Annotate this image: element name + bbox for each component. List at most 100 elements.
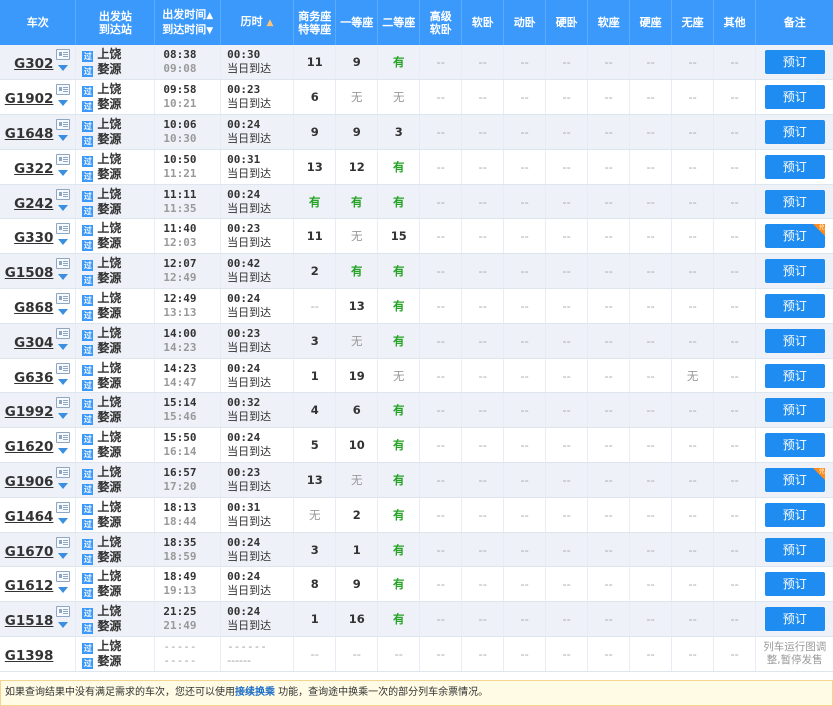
book-button[interactable]: 预订 (764, 85, 825, 110)
sort-up-icon[interactable]: ▲ (267, 18, 274, 28)
book-button[interactable]: 预订 兑 (764, 224, 825, 249)
book-button[interactable]: 预订 (764, 154, 825, 179)
train-number-link[interactable]: G1518 (5, 613, 54, 629)
chevron-down-icon[interactable] (58, 378, 69, 385)
book-button-label[interactable]: 预订 (783, 299, 807, 313)
book-button[interactable]: 预订 (764, 433, 825, 458)
train-number-link[interactable]: G1620 (5, 439, 54, 455)
train-info-icon[interactable] (56, 119, 71, 131)
train-info-icon[interactable] (56, 606, 71, 618)
chevron-down-icon[interactable] (58, 343, 69, 350)
train-number-link[interactable]: G242 (14, 196, 53, 212)
train-number-link[interactable]: G322 (14, 161, 53, 177)
train-number-link[interactable]: G868 (14, 300, 53, 316)
seat-adv-sleeper-value: -- (436, 124, 445, 139)
chevron-down-icon[interactable] (58, 204, 69, 211)
book-button[interactable]: 预订 (764, 363, 825, 388)
train-number-link[interactable]: G1508 (5, 265, 54, 281)
train-info-icon[interactable] (56, 571, 71, 583)
train-number-link[interactable]: G1670 (5, 544, 54, 560)
book-button[interactable]: 预订 (764, 119, 825, 144)
train-info-icon[interactable] (56, 362, 71, 374)
book-button-label[interactable]: 预订 (783, 264, 807, 278)
book-button-label[interactable]: 预订 (783, 334, 807, 348)
seat-moving-sleeper-value: -- (520, 507, 529, 522)
header-depart-time[interactable]: 出发时间 (162, 8, 206, 21)
seat-adv-sleeper-value: -- (436, 298, 445, 313)
chevron-down-icon[interactable] (58, 483, 69, 490)
train-number-link[interactable]: G1902 (5, 91, 54, 107)
header-duration[interactable]: 历时 ▲ (220, 0, 294, 45)
book-button[interactable]: 预订 (764, 607, 825, 632)
book-button-label[interactable]: 预订 (783, 403, 807, 417)
chevron-down-icon[interactable] (58, 448, 69, 455)
train-number-link[interactable]: G1906 (5, 474, 54, 490)
train-number-link[interactable]: G330 (14, 230, 53, 246)
train-info-icon[interactable] (56, 432, 71, 444)
book-button-label[interactable]: 预订 (783, 125, 807, 139)
book-button-label[interactable]: 预订 (783, 55, 807, 69)
seat-second: 有 (377, 149, 421, 185)
train-info-icon[interactable] (56, 536, 71, 548)
train-number-link[interactable]: G302 (14, 56, 53, 72)
book-button[interactable]: 预订 (764, 572, 825, 597)
book-button-label[interactable]: 预订 (783, 229, 807, 243)
chevron-down-icon[interactable] (58, 309, 69, 316)
book-button[interactable]: 预订 (764, 537, 825, 562)
book-button[interactable]: 预订 兑 (764, 467, 825, 492)
book-button-label[interactable]: 预订 (783, 612, 807, 626)
book-button-label[interactable]: 预订 (783, 195, 807, 209)
chevron-down-icon[interactable] (58, 552, 69, 559)
book-button[interactable]: 预订 (764, 259, 825, 284)
book-button[interactable]: 预订 (764, 293, 825, 318)
train-number-link[interactable]: G636 (14, 370, 53, 386)
book-button[interactable]: 预订 (764, 50, 825, 75)
chevron-down-icon[interactable] (58, 413, 69, 420)
train-info-icon[interactable] (56, 84, 71, 96)
train-info-icon[interactable] (56, 467, 71, 479)
chevron-down-icon[interactable] (58, 169, 69, 176)
chevron-down-icon[interactable] (58, 135, 69, 142)
chevron-down-icon[interactable] (58, 239, 69, 246)
train-info-icon[interactable] (56, 327, 71, 339)
chevron-down-icon[interactable] (58, 65, 69, 71)
book-button-label[interactable]: 预订 (783, 473, 807, 487)
chevron-down-icon[interactable] (58, 622, 69, 629)
book-button-label[interactable]: 预订 (783, 369, 807, 383)
header-arrive-time[interactable]: 到达时间 (162, 23, 206, 36)
train-info-icon[interactable] (56, 397, 71, 409)
book-button[interactable]: 预订 (764, 328, 825, 353)
train-number-link[interactable]: G1612 (5, 578, 54, 594)
train-info-icon[interactable] (56, 153, 71, 165)
train-info-icon[interactable] (56, 188, 71, 200)
transfer-link[interactable]: 接续换乘 (235, 687, 275, 698)
chevron-down-icon[interactable] (58, 100, 69, 107)
train-info-icon[interactable] (56, 49, 71, 60)
sort-up-icon[interactable]: ▲ (206, 11, 213, 21)
header-time[interactable]: 出发时间▲ 到达时间▼ (154, 0, 222, 45)
train-info-icon[interactable] (56, 258, 71, 270)
train-number-link[interactable]: G1648 (5, 126, 54, 142)
book-button-label[interactable]: 预订 (783, 90, 807, 104)
train-info-icon[interactable] (56, 223, 71, 235)
book-button-label[interactable]: 预订 (783, 508, 807, 522)
book-button[interactable]: 预订 (764, 189, 825, 214)
train-number-link[interactable]: G1464 (5, 509, 54, 525)
book-button-label[interactable]: 预订 (783, 543, 807, 557)
book-button-label[interactable]: 预订 (783, 438, 807, 452)
chevron-down-icon[interactable] (58, 587, 69, 594)
chevron-down-icon[interactable] (58, 517, 69, 524)
chevron-down-icon[interactable] (58, 274, 69, 281)
header-duration-label[interactable]: 历时 (241, 15, 263, 28)
train-info-icon[interactable] (56, 293, 71, 305)
header-adv-top: 高级 (429, 9, 452, 23)
book-button[interactable]: 预订 (764, 398, 825, 423)
book-button-label[interactable]: 预订 (783, 160, 807, 174)
train-number-link[interactable]: G1398 (5, 648, 54, 664)
sort-down-icon[interactable]: ▼ (206, 26, 213, 36)
train-number-link[interactable]: G1992 (5, 404, 54, 420)
book-button[interactable]: 预订 (764, 502, 825, 527)
book-button-label[interactable]: 预订 (783, 577, 807, 591)
train-number-link[interactable]: G304 (14, 335, 53, 351)
train-info-icon[interactable] (56, 501, 71, 513)
